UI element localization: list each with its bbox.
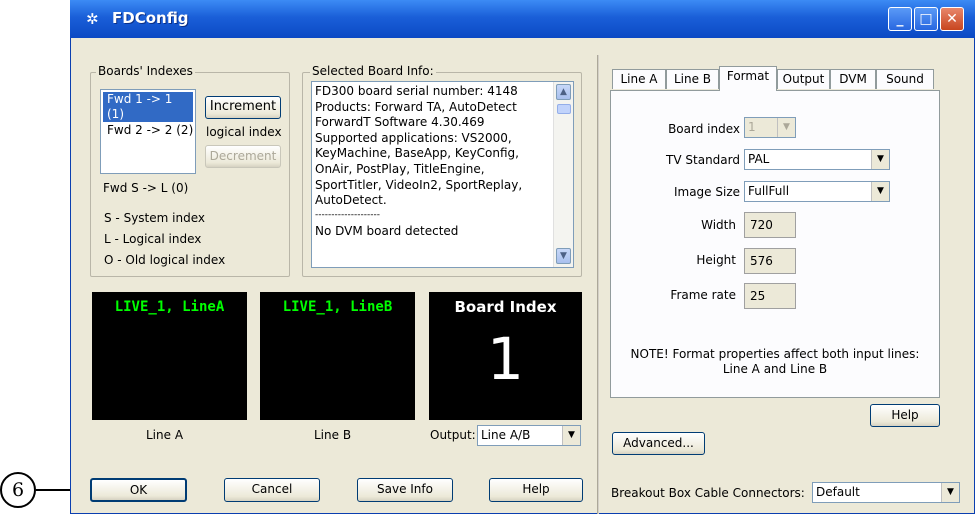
legend-system: S - System index [104, 211, 205, 225]
breakout-value: Default [816, 485, 860, 499]
index-legend: S - System index L - Logical index O - O… [104, 208, 225, 271]
board-info-text: FD300 board serial number: 4148 Products… [312, 82, 553, 239]
cancel-button[interactable]: Cancel [224, 478, 320, 502]
chevron-down-icon[interactable]: ▼ [562, 426, 580, 445]
board-index-select[interactable]: 1 ▼ [744, 117, 796, 138]
tv-standard-select[interactable]: PAL ▼ [744, 149, 890, 170]
decrement-button[interactable]: Decrement [205, 145, 281, 168]
boards-listbox[interactable]: Fwd 1 -> 1 (1) Fwd 2 -> 2 (2) [100, 89, 196, 174]
tab-line-a[interactable]: Line A [612, 69, 666, 89]
advanced-button[interactable]: Advanced... [612, 432, 705, 455]
image-size-label: Image Size [673, 185, 740, 199]
image-size-select[interactable]: FullFull ▼ [744, 181, 890, 202]
tv-standard-value: PAL [748, 152, 770, 166]
chevron-down-icon[interactable]: ▼ [777, 118, 795, 137]
info-line: Products: Forward TA, AutoDetect [315, 99, 517, 114]
board-info-title: Selected Board Info: [310, 64, 436, 78]
image-size-value: FullFull [748, 184, 790, 198]
info-scrollbar[interactable]: ▲ ▼ [553, 82, 573, 267]
monitor-line-a: LIVE_1, LineA [92, 292, 247, 420]
breakout-select[interactable]: Default ▼ [812, 482, 960, 503]
panel-divider [597, 55, 599, 514]
format-note: NOTE! Format properties affect both inpu… [612, 347, 938, 377]
monitor-line-b: LIVE_1, LineB [260, 292, 415, 420]
tab-line-b[interactable]: Line B [666, 69, 719, 89]
scroll-up-icon[interactable]: ▲ [556, 84, 571, 100]
board-index-value: 1 [748, 120, 756, 134]
monitor-line-a-caption: Line A [146, 428, 184, 442]
tab-dvm[interactable]: DVM [830, 69, 876, 89]
maximize-icon: □ [919, 11, 933, 27]
frame-rate-field: 25 [744, 283, 796, 309]
list-item[interactable]: Fwd 2 -> 2 (2) [101, 123, 195, 138]
board-info-textbox[interactable]: FD300 board serial number: 4148 Products… [311, 81, 574, 268]
help-button-format[interactable]: Help [870, 404, 940, 427]
monitor-line-b-caption: Line B [314, 428, 352, 442]
height-field: 576 [744, 248, 796, 274]
tab-sound[interactable]: Sound [876, 69, 934, 89]
info-line: SportTitler, VideoIn2, SportReplay, [315, 177, 523, 192]
legend-logical: L - Logical index [104, 232, 202, 246]
breakout-label: Breakout Box Cable Connectors: [611, 486, 805, 500]
board-index-label: Board index [668, 122, 740, 136]
chevron-down-icon[interactable]: ▼ [941, 483, 959, 502]
callout-number: 6 [0, 472, 36, 508]
logical-index-label: logical index [206, 125, 282, 139]
chevron-down-icon[interactable]: ▼ [871, 150, 889, 169]
boards-indexes-title: Boards' Indexes [96, 64, 195, 78]
width-field: 720 [744, 212, 796, 238]
frame-rate-label: Frame rate [670, 288, 736, 302]
output-value: Line A/B [481, 428, 531, 442]
info-line: KeyMachine, BaseApp, KeyConfig, [315, 146, 519, 161]
legend-old-logical: O - Old logical index [104, 253, 226, 267]
monitor-board-index: Board Index 1 [429, 292, 582, 420]
ok-button[interactable]: OK [90, 478, 187, 502]
format-note-line1: NOTE! Format properties affect both inpu… [630, 347, 920, 361]
monitor-line-a-title: LIVE_1, LineA [114, 299, 225, 315]
chevron-down-icon[interactable]: ▼ [871, 182, 889, 201]
info-line: AutoDetect. [315, 193, 387, 208]
info-line: -------------------- [315, 209, 380, 220]
tv-standard-label: TV Standard [666, 153, 740, 167]
maximize-button[interactable]: □ [914, 7, 938, 31]
board-index-number: 1 [487, 325, 524, 393]
height-label: Height [696, 253, 736, 267]
close-icon: ✕ [946, 11, 958, 27]
tab-format[interactable]: Format [719, 66, 777, 91]
info-line: OnAir, PostPlay, TitleEngine, [315, 161, 485, 176]
save-info-button[interactable]: Save Info [357, 478, 453, 502]
window-title: FDConfig [112, 9, 189, 27]
minimize-button[interactable]: _ [888, 7, 912, 31]
info-line: No DVM board detected [315, 223, 459, 238]
info-line: Supported applications: VS2000, [315, 130, 512, 145]
help-button-main[interactable]: Help [489, 478, 583, 502]
close-button[interactable]: ✕ [940, 7, 964, 31]
info-line: ForwardT Software 4.30.469 [315, 115, 485, 130]
output-select[interactable]: Line A/B ▼ [477, 425, 581, 446]
tab-output[interactable]: Output [777, 69, 830, 89]
scroll-thumb[interactable] [557, 104, 571, 114]
format-note-line2: Line A and Line B [722, 362, 828, 376]
list-item[interactable]: Fwd 1 -> 1 (1) [103, 92, 193, 122]
board-index-title: Board Index [454, 298, 557, 316]
scroll-down-icon[interactable]: ▼ [556, 248, 571, 264]
increment-button[interactable]: Increment [205, 96, 281, 119]
title-bar[interactable] [70, 0, 975, 38]
monitor-line-b-title: LIVE_1, LineB [282, 299, 393, 315]
minimize-icon: _ [896, 11, 904, 27]
app-icon: ✲ [86, 10, 99, 28]
output-label: Output: [430, 428, 476, 442]
width-label: Width [701, 218, 736, 232]
system-index-line: Fwd S -> L (0) [103, 181, 189, 195]
info-line: FD300 board serial number: 4148 [315, 84, 518, 98]
